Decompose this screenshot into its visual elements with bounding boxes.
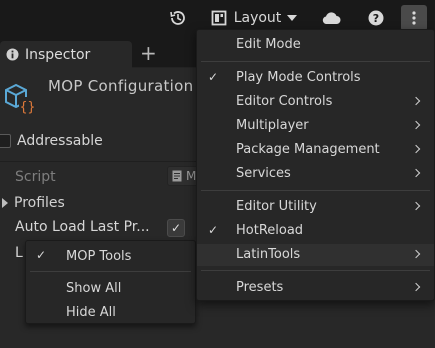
menu-separator	[30, 271, 191, 272]
help-button[interactable]: ?	[364, 5, 388, 31]
menu-separator	[201, 270, 430, 271]
menu-item-label: Edit Mode	[236, 37, 301, 52]
check-icon: ✓	[170, 221, 182, 235]
addressable-toggle[interactable]: Addressable	[0, 133, 103, 149]
check-icon: ✓	[36, 248, 47, 262]
menu-item-hotreload[interactable]: ✓ HotReload	[197, 220, 434, 242]
menu-item-editor-controls[interactable]: Editor Controls	[197, 91, 434, 113]
chevron-right-icon	[411, 144, 421, 154]
chevron-right-icon	[411, 96, 421, 106]
cloud-icon	[322, 12, 341, 24]
menu-item-edit-mode[interactable]: Edit Mode	[197, 34, 434, 56]
script-file-icon	[172, 170, 182, 182]
cloud-button[interactable]	[318, 5, 344, 31]
submenu-item-hide-all[interactable]: Hide All	[26, 301, 195, 323]
menu-item-label: Package Management	[236, 142, 380, 157]
more-vertical-icon	[412, 11, 416, 25]
svg-text:{}: {}	[20, 100, 36, 115]
help-icon: ?	[368, 10, 384, 26]
submenu-item-show-all[interactable]: Show All	[26, 277, 195, 299]
menu-item-label: Play Mode Controls	[236, 70, 361, 85]
menu-item-play-mode-controls[interactable]: ✓ Play Mode Controls	[197, 67, 434, 89]
mop-tools-submenu: ✓ MOP Tools Show All Hide All	[25, 240, 196, 324]
chevron-right-icon	[2, 198, 8, 208]
layout-label: Layout	[233, 10, 282, 26]
layout-dropdown[interactable]: Layout	[204, 5, 304, 31]
menu-item-label: Multiplayer	[236, 118, 309, 133]
profiles-foldout[interactable]: Profiles	[2, 195, 65, 211]
chevron-right-icon	[411, 249, 421, 259]
script-field-label: Script	[15, 169, 56, 185]
chevron-right-icon	[411, 120, 421, 130]
menu-item-label: LatinTools	[236, 247, 301, 262]
submenu-item-mop-tools[interactable]: ✓ MOP Tools	[26, 245, 195, 267]
chevron-right-icon	[411, 168, 421, 178]
check-icon: ✓	[208, 70, 219, 84]
addressable-checkbox[interactable]	[0, 134, 11, 148]
plus-icon: +	[140, 41, 157, 65]
submenu-item-label: Show All	[66, 280, 122, 296]
menu-item-presets[interactable]: Presets	[197, 277, 434, 299]
menu-item-editor-utility[interactable]: Editor Utility	[197, 196, 434, 218]
scriptable-object-icon: {}	[5, 83, 36, 115]
submenu-item-label: Hide All	[66, 304, 116, 320]
truncated-field-label: L	[15, 245, 23, 261]
addressable-label: Addressable	[17, 133, 103, 149]
history-icon	[170, 11, 185, 25]
menu-item-label: Presets	[236, 280, 284, 295]
menu-item-label: HotReload	[236, 223, 304, 238]
svg-text:?: ?	[373, 12, 379, 25]
more-options-menu: Edit Mode ✓ Play Mode Controls Editor Co…	[196, 29, 435, 301]
profiles-label: Profiles	[14, 195, 65, 211]
chevron-right-icon	[411, 201, 421, 211]
check-icon: ✓	[208, 223, 219, 237]
tab-inspector[interactable]: Inspector	[0, 41, 132, 68]
add-tab-button[interactable]: +	[140, 41, 157, 65]
auto-load-checkbox[interactable]: ✓	[167, 219, 185, 237]
tab-inspector-label: Inspector	[25, 46, 91, 63]
chevron-down-icon	[287, 15, 298, 21]
menu-separator	[201, 61, 430, 62]
menu-item-package-management[interactable]: Package Management	[197, 139, 434, 161]
menu-item-label: Services	[236, 166, 291, 181]
history-button[interactable]	[166, 5, 190, 31]
auto-load-label: Auto Load Last Pr...	[15, 219, 150, 235]
chevron-right-icon	[411, 282, 421, 292]
menu-item-label: Editor Controls	[236, 94, 333, 109]
layout-icon	[211, 10, 227, 26]
menu-item-latintools[interactable]: LatinTools	[197, 244, 434, 266]
menu-item-label: Editor Utility	[236, 199, 317, 214]
menu-item-services[interactable]: Services	[197, 163, 434, 185]
object-title: MOP Configuration	[48, 77, 194, 95]
menu-item-multiplayer[interactable]: Multiplayer	[197, 115, 434, 137]
script-object-value: M	[186, 169, 197, 183]
submenu-item-label: MOP Tools	[66, 248, 132, 264]
menu-separator	[201, 190, 430, 191]
more-options-button[interactable]	[401, 5, 427, 31]
info-icon	[6, 48, 19, 61]
